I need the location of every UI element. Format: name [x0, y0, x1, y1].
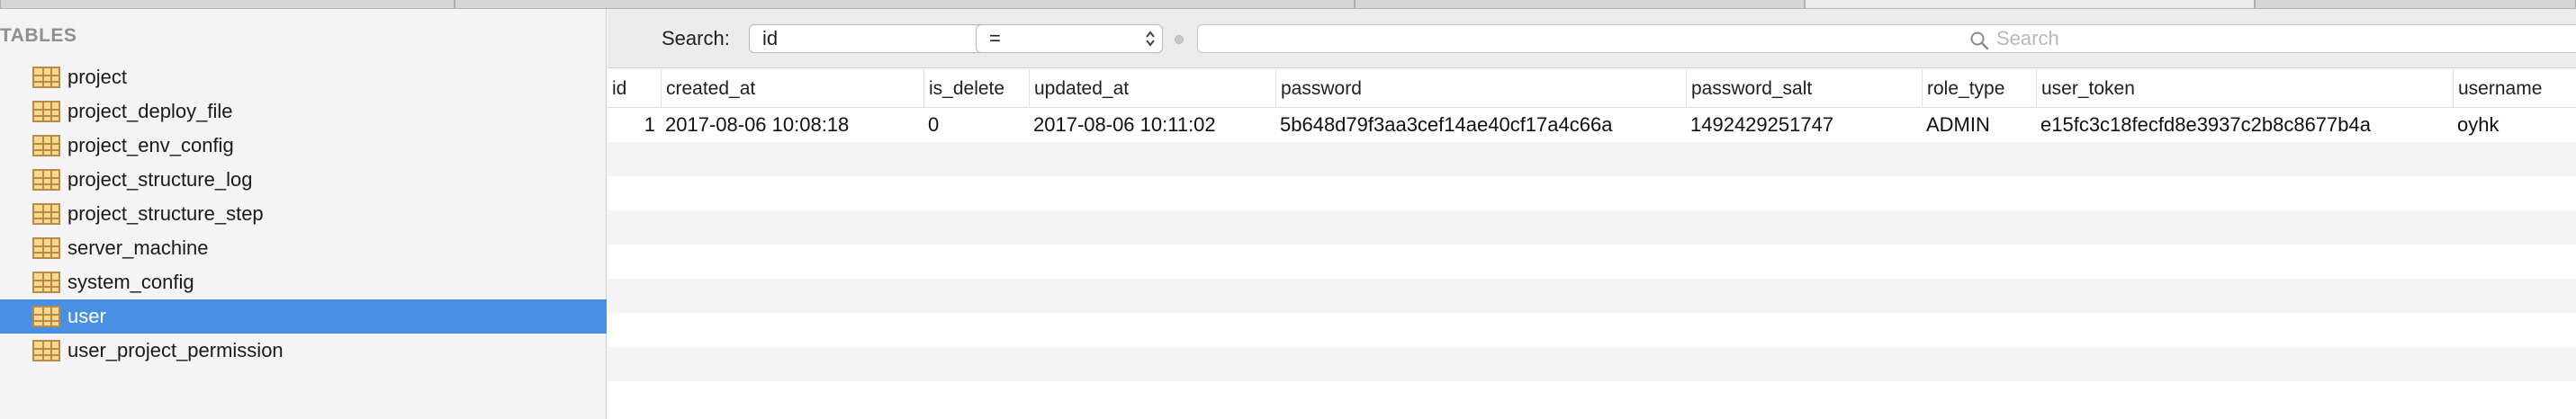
column-header[interactable]: role_type: [1922, 69, 2036, 108]
filter-label: Search:: [662, 27, 730, 49]
sidebar-table-label: project_structure_log: [68, 168, 253, 191]
column-header[interactable]: updated_at: [1029, 69, 1275, 108]
filter-operator-value: =: [989, 27, 1001, 49]
table-icon: [32, 169, 60, 191]
table-cell[interactable]: 0: [923, 108, 1029, 142]
grid-row-background: [608, 381, 2576, 415]
sidebar-table-label: project_structure_step: [68, 202, 264, 225]
sidebar-table-label: user_project_permission: [68, 339, 284, 361]
filter-indicator-dot: [1175, 35, 1184, 44]
column-header[interactable]: password: [1275, 69, 1686, 108]
table-icon: [32, 237, 60, 259]
table-cell[interactable]: 2017-08-06 10:11:02: [1029, 108, 1275, 142]
search-field[interactable]: [1197, 24, 2576, 53]
grid-header: id created_at is_delete updated_at password p…: [608, 69, 2576, 108]
sidebar-table-item[interactable]: project_deploy_file: [0, 94, 607, 129]
column-header[interactable]: username: [2453, 69, 2576, 108]
sidebar-header: TABLES: [0, 25, 77, 46]
grid-row-background: [608, 279, 2576, 313]
grid-row-background: [608, 176, 2576, 210]
window-tab[interactable]: [455, 0, 1355, 8]
table-icon: [32, 203, 60, 225]
sidebar-table-item[interactable]: user_project_permission: [0, 334, 607, 368]
column-header[interactable]: is_delete: [923, 69, 1029, 108]
table-cell[interactable]: 1492429251747: [1686, 108, 1922, 142]
table-cell[interactable]: 2017-08-06 10:08:18: [661, 108, 923, 142]
window-tab-strip: [0, 0, 2576, 9]
sidebar-table-label: project_env_config: [68, 134, 234, 156]
filter-bar: Search: id =: [608, 9, 2576, 68]
sidebar-table-item[interactable]: project: [0, 60, 607, 94]
sidebar-table-item[interactable]: system_config: [0, 265, 607, 299]
grid-row-background: [608, 313, 2576, 347]
tables-sidebar: TABLES project project_deploy_file project…: [0, 9, 607, 419]
table-icon: [32, 272, 60, 293]
sidebar-table-label: system_config: [68, 271, 194, 293]
sidebar-table-label: project_deploy_file: [68, 100, 233, 122]
sidebar-table-item[interactable]: project_env_config: [0, 129, 607, 163]
sidebar-table-label: server_machine: [68, 236, 209, 259]
column-header[interactable]: created_at: [661, 69, 923, 108]
filter-field-select[interactable]: id: [749, 24, 1006, 53]
column-header[interactable]: id: [608, 69, 661, 108]
filter-field-value: id: [762, 27, 779, 49]
sidebar-table-item[interactable]: server_machine: [0, 231, 607, 265]
sidebar-table-item[interactable]: project_structure_step: [0, 197, 607, 231]
grid-row-background: [608, 142, 2576, 176]
table-cell[interactable]: ADMIN: [1922, 108, 2036, 142]
sidebar-table-label: project: [68, 66, 128, 88]
table-icon: [32, 306, 60, 327]
window-tab-active[interactable]: [1805, 0, 2255, 8]
search-input[interactable]: [1996, 27, 2536, 50]
table-cell[interactable]: 1: [608, 108, 661, 142]
column-header[interactable]: password_salt: [1686, 69, 1922, 108]
grid-row-background: [608, 245, 2576, 279]
table-cell[interactable]: e15fc3c18fecfd8e3937c2b8c8677b4a: [2036, 108, 2453, 142]
window-tab[interactable]: [1355, 0, 1805, 8]
column-header[interactable]: user_token: [2036, 69, 2453, 108]
window-tab[interactable]: [0, 0, 455, 8]
table-cell[interactable]: 5b648d79f3aa3cef14ae40cf17a4c66a: [1275, 108, 1686, 142]
table-icon: [32, 67, 60, 88]
search-icon: [1970, 31, 1989, 50]
grid-row-background: [608, 210, 2576, 245]
table-list: project project_deploy_file project_env_co…: [0, 60, 607, 368]
grid-row-background: [608, 347, 2576, 381]
filter-operator-select[interactable]: =: [976, 24, 1163, 53]
table-icon: [32, 101, 60, 122]
select-arrows-icon: [1146, 31, 1155, 47]
sidebar-table-item[interactable]: user: [0, 299, 607, 334]
sidebar-table-item[interactable]: project_structure_log: [0, 163, 607, 197]
window-tab[interactable]: [2255, 0, 2576, 8]
data-grid: id created_at is_delete updated_at password p…: [608, 69, 2576, 419]
table-icon: [32, 135, 60, 156]
table-icon: [32, 340, 60, 361]
table-cell[interactable]: oyhk: [2453, 108, 2576, 142]
sidebar-table-label: user: [68, 305, 106, 327]
